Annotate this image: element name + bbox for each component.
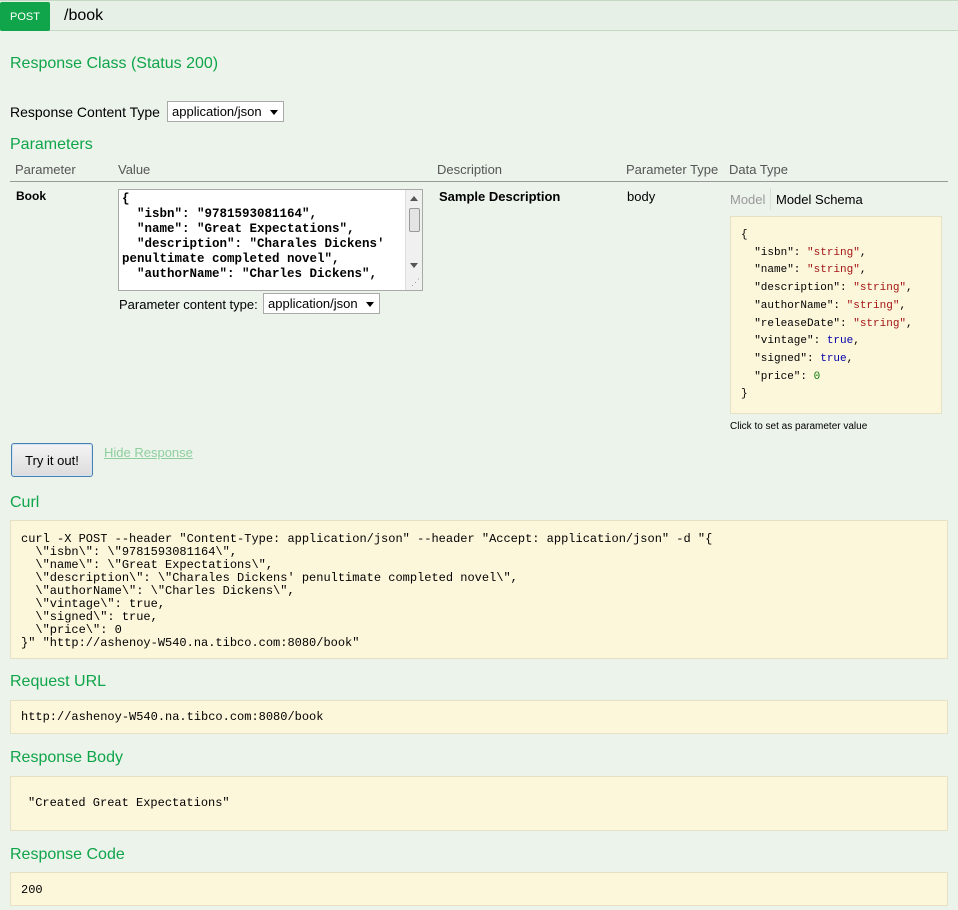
operation-header[interactable]: POST /book — [0, 0, 958, 31]
parameter-content-type-select[interactable]: application/json — [263, 293, 380, 314]
schema-field-value: true — [820, 352, 847, 365]
table-header-divider — [10, 181, 948, 182]
response-body-heading: Response Body — [10, 749, 123, 766]
schema-field-value: "string" — [846, 299, 900, 312]
curl-box: curl -X POST --header "Content-Type: app… — [10, 520, 948, 659]
tab-model-schema[interactable]: Model Schema — [776, 192, 863, 207]
response-code-heading: Response Code — [10, 846, 125, 863]
response-content-type-select[interactable]: application/json — [167, 101, 284, 122]
scroll-down-icon[interactable] — [410, 263, 418, 268]
scroll-up-icon[interactable] — [410, 196, 418, 201]
model-schema-code[interactable]: { "isbn": "string", "name": "string", "d… — [741, 227, 941, 404]
column-header-description: Description — [437, 162, 503, 177]
schema-field: "signed": true, — [741, 352, 854, 365]
parameter-content-type-value: application/json — [268, 296, 358, 311]
column-header-parameter-type: Parameter Type — [626, 162, 719, 177]
response-class-heading: Response Class (Status 200) — [10, 55, 219, 72]
column-header-value: Value — [118, 162, 151, 177]
parameter-name: Book — [16, 189, 46, 203]
schema-field: "releaseDate": "string", — [741, 317, 913, 330]
response-content-type-value: application/json — [172, 104, 262, 119]
chevron-down-icon — [366, 302, 374, 307]
curl-heading: Curl — [10, 494, 40, 511]
model-schema-box[interactable]: { "isbn": "string", "name": "string", "d… — [730, 216, 942, 414]
curl-command: curl -X POST --header "Content-Type: app… — [21, 532, 713, 650]
schema-field-value: "string" — [853, 282, 907, 295]
tab-model[interactable]: Model — [730, 192, 765, 207]
scroll-thumb[interactable] — [409, 208, 420, 232]
parameter-value-text[interactable]: { "isbn": "9781593081164", "name": "Grea… — [119, 190, 422, 282]
schema-field-value: true — [826, 335, 854, 348]
response-code-box: 200 — [10, 872, 948, 906]
schema-field: "vintage": true, — [741, 335, 860, 348]
schema-field: "price": 0 — [741, 370, 821, 383]
schema-field: "name": "string", — [741, 264, 867, 277]
try-it-out-button[interactable]: Try it out! — [11, 443, 93, 477]
parameter-description: Sample Description — [439, 189, 561, 204]
operation-path[interactable]: /book — [64, 7, 103, 25]
schema-field: "authorName": "string", — [741, 299, 907, 312]
response-body-value: "Created Great Expectations" — [28, 796, 230, 810]
response-code-value: 200 — [21, 883, 43, 897]
schema-field-value: "string" — [807, 246, 860, 259]
schema-field: "description": "string", — [741, 282, 913, 295]
column-header-parameter: Parameter — [15, 162, 76, 177]
response-content-type-label: Response Content Type — [10, 104, 160, 120]
parameter-content-type-label: Parameter content type: — [119, 297, 258, 312]
hide-response-link[interactable]: Hide Response — [104, 445, 193, 460]
resize-grip-icon[interactable]: ⋰ — [411, 277, 420, 288]
request-url-heading: Request URL — [10, 673, 107, 690]
request-url-box: http://ashenoy-W540.na.tibco.com:8080/bo… — [10, 700, 948, 734]
parameter-type: body — [627, 189, 656, 204]
response-body-box: "Created Great Expectations" — [10, 776, 948, 831]
parameter-value-textarea[interactable]: { "isbn": "9781593081164", "name": "Grea… — [118, 189, 423, 291]
parameters-heading: Parameters — [10, 136, 93, 153]
schema-hint: Click to set as parameter value — [730, 421, 868, 432]
tab-divider — [770, 188, 771, 210]
schema-field-value: "string" — [853, 317, 907, 330]
schema-field: "isbn": "string", — [741, 246, 867, 259]
schema-field-value: 0 — [813, 370, 821, 383]
textarea-scrollbar[interactable] — [405, 190, 422, 290]
request-url-value: http://ashenoy-W540.na.tibco.com:8080/bo… — [21, 710, 324, 724]
column-header-data-type: Data Type — [729, 162, 789, 177]
method-badge[interactable]: POST — [0, 2, 50, 31]
schema-field-value: "string" — [807, 264, 860, 277]
chevron-down-icon — [270, 110, 278, 115]
